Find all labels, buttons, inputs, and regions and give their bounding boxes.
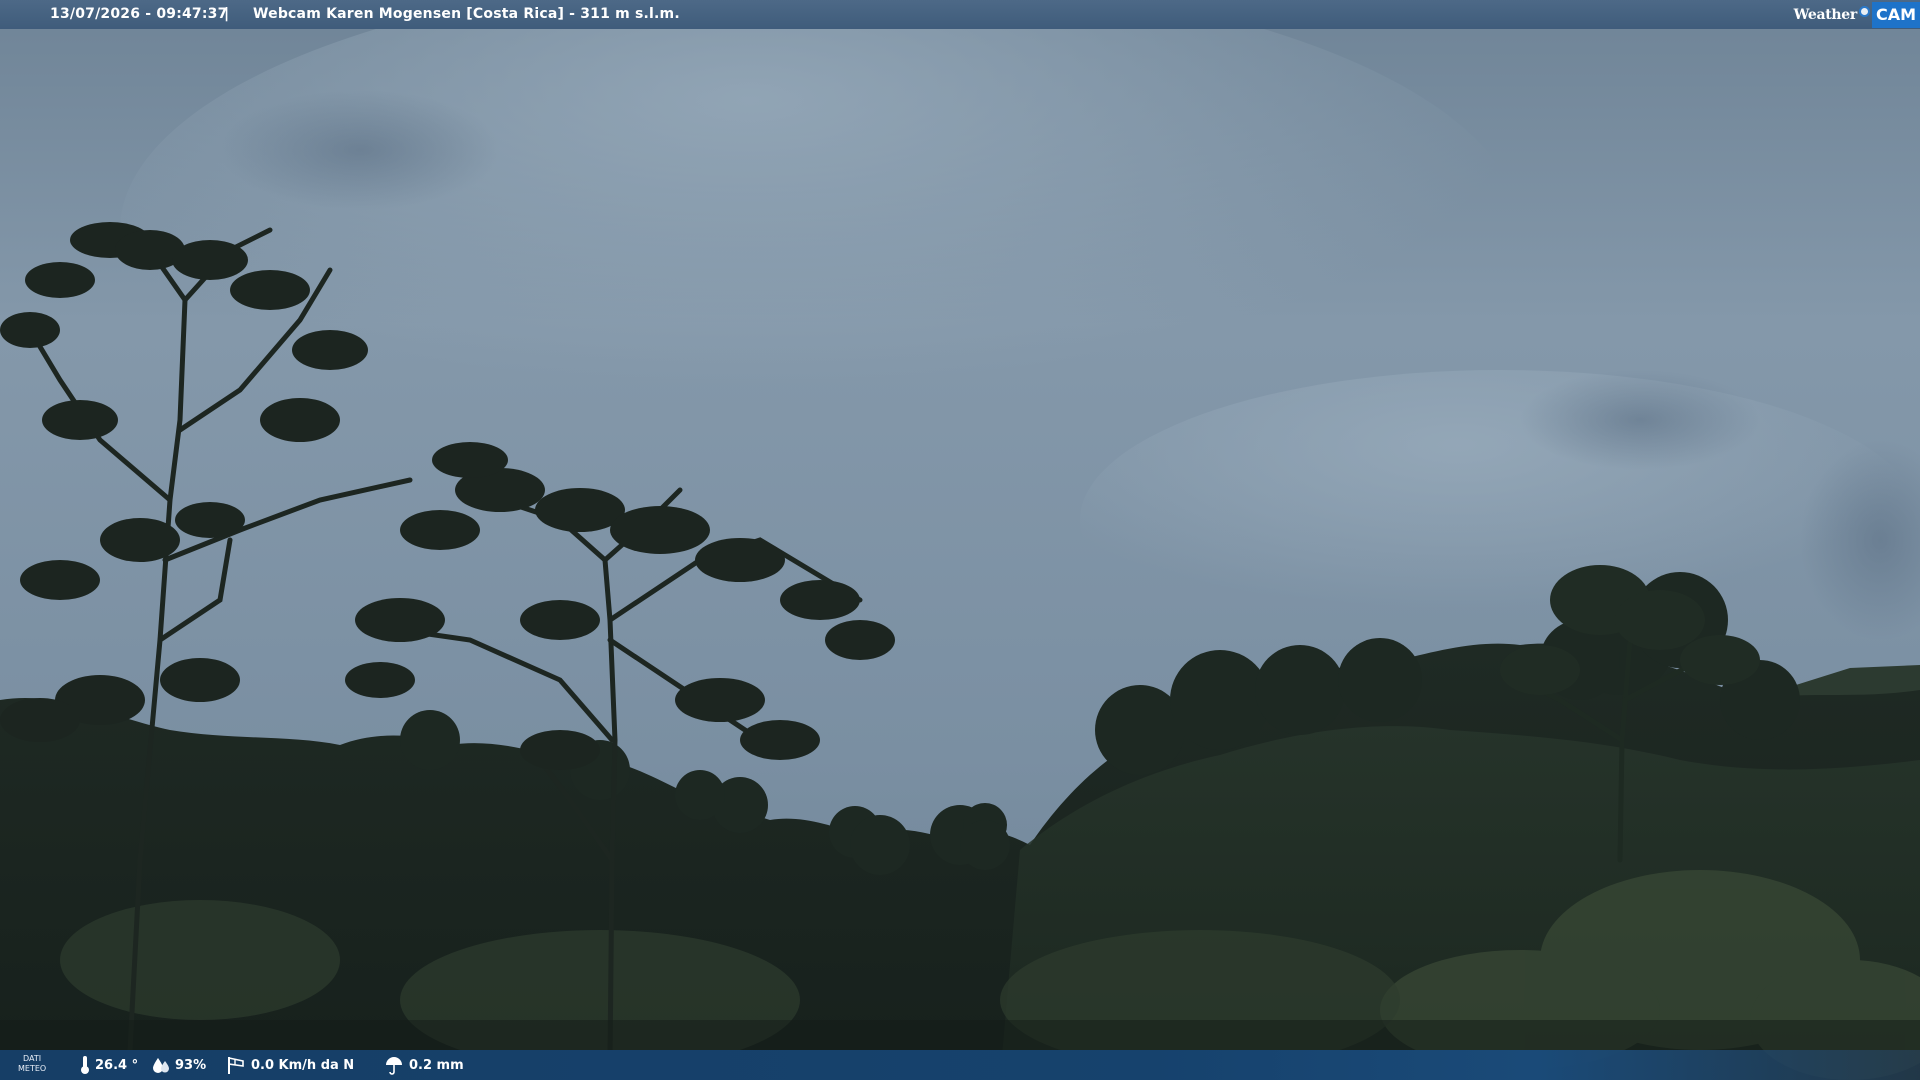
webcam-title: Webcam Karen Mogensen [Costa Rica] - 311… bbox=[253, 6, 680, 22]
thermometer-icon bbox=[81, 1056, 89, 1074]
humidity-value: 93% bbox=[175, 1057, 207, 1073]
webcam-image bbox=[0, 0, 1920, 1080]
weather-data-bar: DATI METEO 26.4 ° 93% 0.0 Km/h da N 0.2 … bbox=[0, 1050, 1920, 1080]
weathercam-logo: Weather CAM bbox=[1794, 0, 1920, 29]
dati-meteo-label: DATI METEO bbox=[18, 1054, 46, 1074]
rain-umbrella-icon bbox=[386, 1057, 402, 1075]
rain-readout: 0.2 mm bbox=[384, 1050, 464, 1080]
wind-readout: 0.0 Km/h da N bbox=[226, 1050, 354, 1080]
webcam-header-bar: 13/07/2026 - 09:47:37 | Webcam Karen Mog… bbox=[0, 0, 1920, 29]
logo-cam-text: CAM bbox=[1871, 1, 1920, 28]
temperature-readout: 26.4 ° bbox=[80, 1050, 138, 1080]
header-separator: | bbox=[224, 6, 230, 22]
logo-dot-icon bbox=[1858, 6, 1870, 17]
logo-weather-text: Weather bbox=[1793, 6, 1858, 23]
timestamp: 13/07/2026 - 09:47:37 bbox=[50, 6, 228, 22]
wind-sock-icon bbox=[228, 1057, 244, 1074]
dati-line2: METEO bbox=[18, 1064, 47, 1073]
temperature-value: 26.4 ° bbox=[95, 1057, 139, 1073]
dati-line1: DATI bbox=[23, 1054, 42, 1063]
wind-value: 0.0 Km/h da N bbox=[251, 1057, 355, 1073]
humidity-readout: 93% bbox=[152, 1050, 206, 1080]
rain-value: 0.2 mm bbox=[409, 1057, 464, 1073]
humidity-drop-icon bbox=[153, 1058, 169, 1073]
